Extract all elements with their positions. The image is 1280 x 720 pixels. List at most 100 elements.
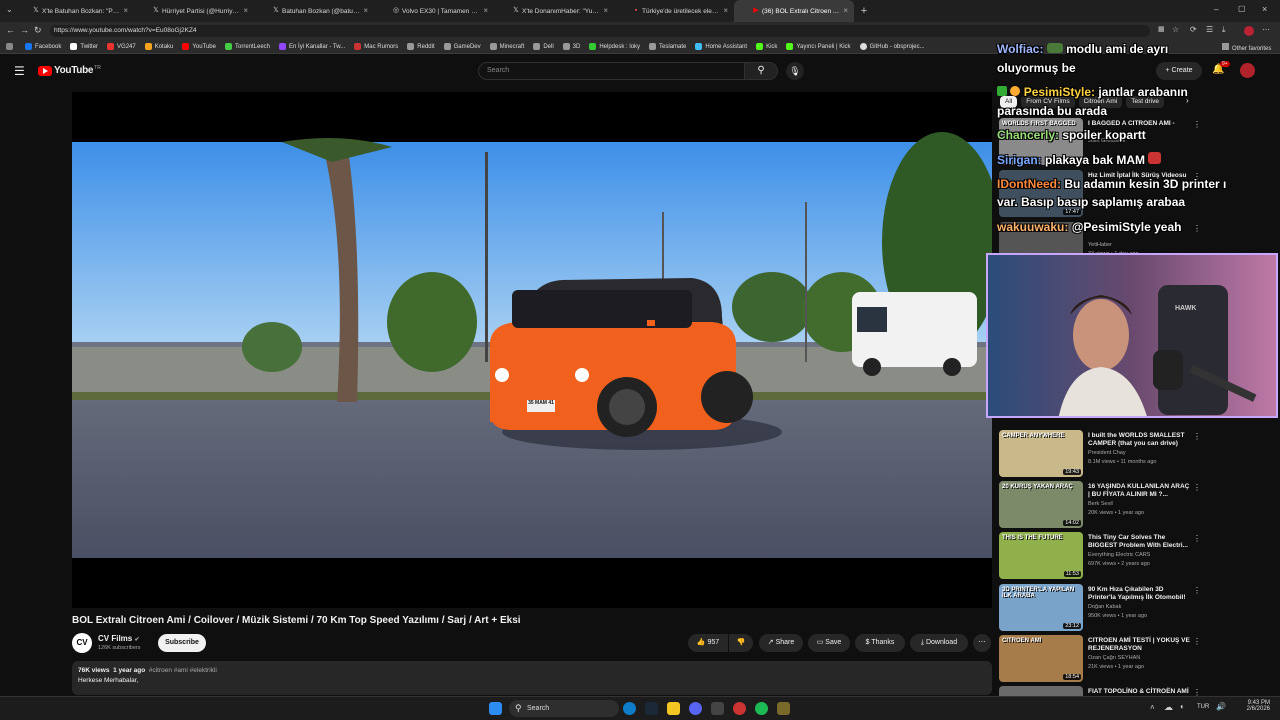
clock[interactable]: 9:43 PM 2/6/2026 — [1234, 700, 1270, 712]
bookmark-youtube[interactable]: YouTube — [182, 43, 216, 50]
chevron-up-icon[interactable]: ˄ — [1150, 703, 1155, 712]
steam-icon[interactable] — [645, 702, 658, 715]
channel-name[interactable]: Doğan Kabak — [1088, 604, 1121, 610]
subscribe-button[interactable]: Subscribe — [158, 634, 206, 652]
video-thumbnail[interactable]: 3D PRINTER'LA YAPILAN İLK ARABA 23:12 — [999, 584, 1083, 631]
recommendation-item[interactable]: CITROEN AMI 18:54 CITROEN AMİ TESTİ | YOKU… — [999, 635, 1199, 683]
app-icon[interactable] — [733, 702, 746, 715]
tab-actions-icon[interactable]: ⌄ — [6, 5, 13, 14]
more-vertical-icon[interactable]: ⋮ — [1193, 483, 1199, 492]
more-vertical-icon[interactable]: ⋮ — [1193, 120, 1199, 129]
close-tab-icon[interactable]: × — [243, 6, 248, 15]
video-thumbnail[interactable] — [999, 686, 1083, 696]
bookmark-icon-folder[interactable] — [6, 43, 16, 50]
like-button[interactable]: 👍 957 — [688, 634, 728, 652]
speaker-icon[interactable]: 🔊 — [1216, 702, 1226, 711]
browser-tab[interactable]: 𝕏X'te DonanımHaber: "Yurtdışı...× — [494, 0, 614, 22]
bookmark-dell[interactable]: Dell — [533, 43, 554, 50]
more-vertical-icon[interactable]: ⋮ — [1193, 688, 1199, 696]
browser-tab[interactable]: 𝕏Hürriyet Partisi (@HurriyetPartisi)× — [134, 0, 254, 22]
other-favorites[interactable]: Other favorites — [1222, 43, 1271, 52]
apps-icon[interactable]: ▦ — [1158, 25, 1165, 33]
close-tab-icon[interactable]: × — [483, 6, 488, 15]
channel-name[interactable]: Ozan Çağrı SEYHAN — [1088, 655, 1140, 661]
forward-icon[interactable]: → — [20, 25, 29, 35]
video-title[interactable]: 16 YAŞINDA KULLANILAN ARAÇ | BU FİYATA A… — [1088, 483, 1192, 499]
more-vertical-icon[interactable]: ⋮ — [1193, 432, 1199, 441]
bookmark-teslamate[interactable]: Teslamate — [649, 43, 686, 50]
bookmark-minecraft[interactable]: Minecraft — [489, 43, 524, 50]
dislike-button[interactable]: 👎 — [729, 634, 753, 652]
more-vertical-icon[interactable]: ⋮ — [1193, 637, 1199, 646]
close-tab-icon[interactable]: × — [723, 6, 728, 15]
recommendation-item[interactable]: FIAT TOPOLİNO & CİTROËN AMİ ⋮ — [999, 686, 1199, 696]
favorite-star-icon[interactable]: ☆ — [1172, 25, 1179, 34]
channel-name[interactable]: Everything Electric CARS — [1088, 552, 1150, 558]
back-icon[interactable]: ← — [6, 25, 15, 35]
discord-icon[interactable] — [689, 702, 702, 715]
video-title[interactable]: I built the WORLDS SMALLEST CAMPER (that… — [1088, 432, 1192, 448]
file-explorer-icon[interactable] — [667, 702, 680, 715]
video-title[interactable]: CITROEN AMİ TESTİ | YOKUŞ VE REJENERASYO… — [1088, 637, 1192, 653]
search-input[interactable]: Search — [478, 62, 746, 80]
voice-search-button[interactable]: 🎙 — [786, 62, 804, 80]
bookmark-helpdesk[interactable]: Helpdesk : loky — [589, 43, 640, 50]
extensions-icon[interactable]: ⟳ — [1190, 25, 1197, 34]
edge-icon[interactable] — [623, 702, 636, 715]
spotify-icon[interactable] — [755, 702, 768, 715]
more-vertical-icon[interactable]: ⋮ — [1193, 534, 1199, 543]
bookmark-gamedev[interactable]: GameDev — [443, 43, 481, 50]
save-button[interactable]: ▭ Save — [808, 634, 850, 652]
video-thumbnail[interactable]: CITROEN AMI 18:54 — [999, 635, 1083, 682]
youtube-logo[interactable]: YouTube TR — [38, 65, 101, 76]
close-tab-icon[interactable]: × — [363, 6, 368, 15]
channel-name[interactable]: YetiHaber — [1088, 242, 1112, 248]
recommendation-item[interactable]: THIS IS THE FUTURE 11:53 This Tiny Car Sol… — [999, 532, 1199, 580]
network-icon[interactable]: ◐ — [1180, 702, 1185, 711]
bookmark-torrentleech[interactable]: TorrentLeech — [224, 43, 270, 50]
recommendation-item[interactable]: CAMPER ANYWHERE 19:43 I built the WORLDS S… — [999, 430, 1199, 478]
video-thumbnail[interactable]: THIS IS THE FUTURE 11:53 — [999, 532, 1083, 579]
bookmark-homeassistant[interactable]: Home Assistant — [695, 43, 747, 50]
profile-avatar[interactable] — [1244, 26, 1254, 36]
maximize-icon[interactable]: ▢ — [1238, 4, 1246, 13]
cloud-icon[interactable]: ☁ — [1164, 702, 1173, 713]
bookmark-kick-panel[interactable]: Yayıncı Paneli | Kick — [786, 43, 851, 50]
new-tab-button[interactable]: + — [854, 0, 874, 22]
more-vertical-icon[interactable]: ⋮ — [1193, 224, 1199, 233]
browser-tab[interactable]: 𝕏X'te Batuhan Bozkan: "Paypal, Ap...× — [14, 0, 134, 22]
download-button[interactable]: ⤓ Download — [910, 634, 968, 652]
recommendation-item[interactable]: 3D PRINTER'LA YAPILAN İLK ARABA 23:12 90 K… — [999, 584, 1199, 632]
browser-tab-active[interactable]: ▶(36) BOL Extralı Citroen Ami /...× — [734, 0, 854, 22]
bookmark-github[interactable]: GitHub - obsprojec... — [859, 43, 925, 50]
video-title[interactable]: 90 Km Hıza Çıkabilen 3D Printer'la Yapıl… — [1088, 586, 1192, 602]
bookmark-twitter[interactable]: Twitter — [70, 43, 98, 50]
close-tab-icon[interactable]: × — [843, 6, 848, 15]
close-tab-icon[interactable]: × — [603, 6, 608, 15]
channel-avatar[interactable]: CV — [72, 633, 92, 653]
reload-icon[interactable]: ↻ — [34, 25, 42, 36]
close-tab-icon[interactable]: × — [123, 6, 128, 15]
bookmark-facebook[interactable]: Facebook — [25, 43, 61, 50]
bookmark-macrumors[interactable]: Mac Rumors — [354, 43, 398, 50]
account-avatar[interactable] — [1240, 63, 1255, 78]
bookmark-kanallar[interactable]: En İyi Kanallar - Tw... — [279, 43, 345, 50]
app-icon[interactable] — [777, 702, 790, 715]
language-indicator[interactable]: TUR — [1197, 704, 1209, 710]
more-actions-button[interactable]: ⋯ — [973, 634, 991, 652]
browser-tab[interactable]: ◎Volvo EX30 | Tamamen elektrikli k...× — [374, 0, 494, 22]
browser-tab[interactable]: ▪Türkiye'de üretilecek elektrikli Hyu...… — [614, 0, 734, 22]
downloads-icon[interactable]: ⤓ — [1222, 25, 1226, 35]
menu-icon[interactable]: ☰ — [14, 64, 25, 78]
bookmark-vg247[interactable]: VG247 — [107, 43, 136, 50]
url-input[interactable]: https://www.youtube.com/watch?v=Eu08oGj2… — [50, 25, 1150, 37]
more-icon[interactable]: ⋯ — [1262, 25, 1270, 34]
recommendation-item[interactable]: 20 KURUŞ YAKAN ARAÇ 14:02 16 YAŞINDA KULLA… — [999, 481, 1199, 529]
share-button[interactable]: ↗ Share — [759, 634, 803, 652]
video-title[interactable]: FIAT TOPOLİNO & CİTROËN AMİ — [1088, 688, 1192, 696]
create-button[interactable]: + Create — [1156, 62, 1202, 80]
more-vertical-icon[interactable]: ⋮ — [1193, 586, 1199, 595]
bookmark-reddit[interactable]: Reddit — [407, 43, 435, 50]
minimize-icon[interactable]: – — [1214, 5, 1218, 14]
bookmark-kick[interactable]: Kick — [756, 43, 777, 50]
